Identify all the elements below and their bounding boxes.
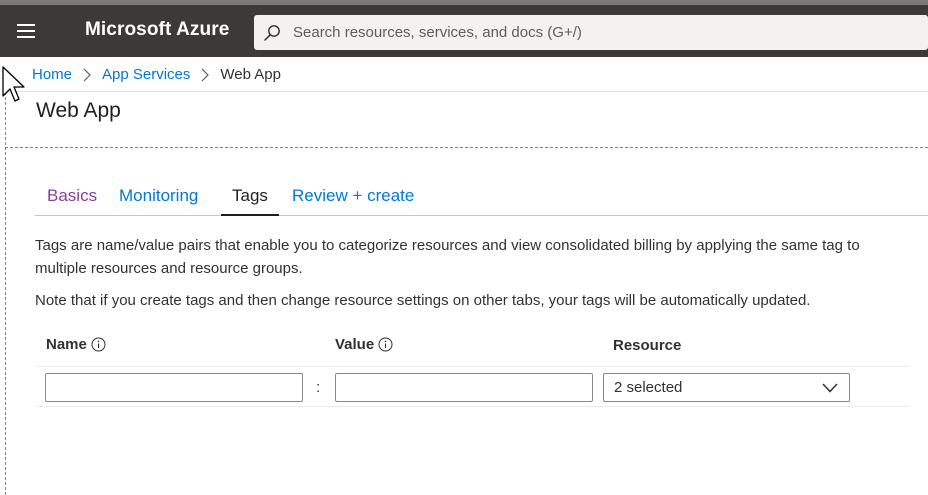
name-value-separator: : [316,379,321,396]
tab-tags[interactable]: Tags [221,186,279,216]
column-header-label: Value [335,336,375,353]
column-header-label: Name [46,336,87,353]
column-header-name: Name [46,336,106,353]
divider [35,366,910,367]
divider [5,91,928,92]
brand-name[interactable]: Microsoft Azure [85,19,229,41]
tag-name-input[interactable] [45,373,303,402]
tag-value-input[interactable] [335,373,593,402]
column-header-resource: Resource [613,337,681,354]
tags-description: Tags are name/value pairs that enable yo… [35,237,860,277]
tab-bar: Basics Monitoring Tags Review + create [35,181,928,216]
column-header-value: Value [335,336,393,353]
column-header-label: Resource [613,337,682,354]
search-box[interactable] [254,15,928,50]
breadcrumb-home[interactable]: Home [32,66,72,83]
chevron-right-icon [201,68,210,81]
info-icon[interactable] [378,337,393,352]
search-icon [264,24,280,41]
chevron-right-icon [83,68,91,81]
mouse-pointer-icon [2,66,25,102]
breadcrumb-current: Web App [220,66,281,83]
hamburger-menu-icon[interactable] [17,18,43,44]
tab-basics[interactable]: Basics [47,186,97,214]
focus-outline [5,147,928,148]
chevron-down-icon [822,382,838,393]
resource-dropdown[interactable]: 2 selected [603,373,850,402]
focus-outline [5,147,6,495]
divider [35,406,910,407]
page-title: Web App [36,99,121,122]
top-bar: Microsoft Azure [0,0,928,57]
resource-dropdown-value: 2 selected [614,379,683,396]
tab-monitoring[interactable]: Monitoring [119,186,198,214]
info-icon[interactable] [91,337,106,352]
search-input[interactable] [293,24,893,41]
tab-review-create[interactable]: Review + create [292,186,414,214]
breadcrumb-app-services[interactable]: App Services [102,66,190,83]
breadcrumb: Home App Services Web App [32,66,281,83]
tags-note: Note that if you create tags and then ch… [35,292,811,309]
